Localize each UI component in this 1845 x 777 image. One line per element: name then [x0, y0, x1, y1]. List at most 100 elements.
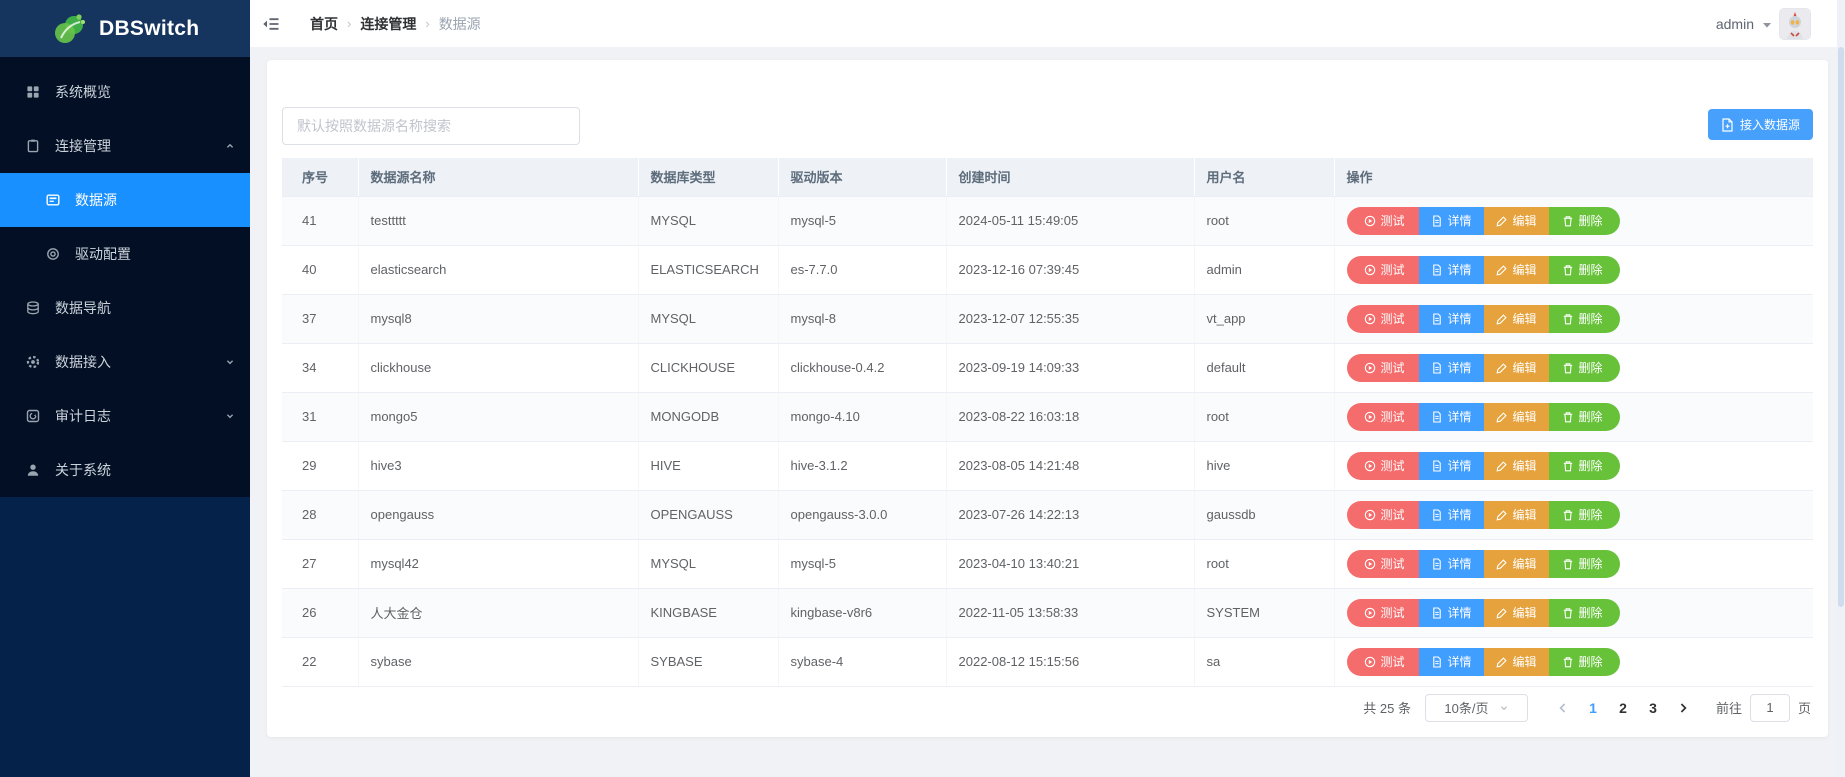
cell-actions: 测试 详情 编辑 删除	[1334, 245, 1813, 294]
delete-button-label: 删除	[1579, 653, 1603, 670]
sidebar-item-connection-mgmt[interactable]: 连接管理	[0, 119, 250, 173]
vertical-scrollbar[interactable]	[1837, 0, 1845, 777]
cell-index: 41	[282, 196, 358, 245]
delete-button[interactable]: 删除	[1549, 599, 1620, 627]
breadcrumb-home[interactable]: 首页	[310, 14, 338, 34]
edit-button[interactable]: 编辑	[1484, 452, 1549, 480]
detail-button[interactable]: 详情	[1419, 403, 1484, 431]
detail-button[interactable]: 详情	[1419, 452, 1484, 480]
test-button[interactable]: 测试	[1347, 305, 1419, 333]
detail-button[interactable]: 详情	[1419, 354, 1484, 382]
edit-button[interactable]: 编辑	[1484, 501, 1549, 529]
fold-menu-icon[interactable]	[262, 16, 280, 32]
edit-button[interactable]: 编辑	[1484, 256, 1549, 284]
sidebar-item-audit-log[interactable]: 审计日志	[0, 389, 250, 443]
sidebar-item-about-system[interactable]: 关于系统	[0, 443, 250, 497]
page-size-value: 10条/页	[1444, 698, 1488, 717]
table-row: 27 mysql42 MYSQL mysql-5 2023-04-10 13:4…	[282, 539, 1813, 588]
logo-bar[interactable]: DBSwitch	[0, 0, 250, 57]
delete-button[interactable]: 删除	[1549, 305, 1620, 333]
sidebar-item-label: 系统概览	[55, 82, 111, 102]
cell-user: root	[1194, 392, 1334, 441]
detail-button[interactable]: 详情	[1419, 305, 1484, 333]
sidebar: DBSwitch 系统概览 连接管理 数据源	[0, 0, 250, 777]
table-row: 31 mongo5 MONGODB mongo-4.10 2023-08-22 …	[282, 392, 1813, 441]
test-button-label: 测试	[1381, 261, 1405, 278]
edit-button[interactable]: 编辑	[1484, 550, 1549, 578]
test-button[interactable]: 测试	[1347, 207, 1419, 235]
sidebar-item-data-access[interactable]: 数据接入	[0, 335, 250, 389]
sidebar-item-system-overview[interactable]: 系统概览	[0, 65, 250, 119]
document-icon	[1431, 607, 1443, 619]
scrollbar-thumb[interactable]	[1838, 47, 1844, 607]
sidebar-item-label: 审计日志	[55, 406, 111, 426]
breadcrumb-separator-icon: ›	[347, 16, 351, 31]
delete-button[interactable]: 删除	[1549, 648, 1620, 676]
test-button[interactable]: 测试	[1347, 256, 1419, 284]
sidebar-item-datasource[interactable]: 数据源	[0, 173, 250, 227]
username-label[interactable]: admin	[1716, 16, 1754, 32]
goto-page-input[interactable]	[1750, 694, 1790, 722]
page-button-2[interactable]: 2	[1608, 700, 1638, 716]
cell-name: mysql42	[358, 539, 638, 588]
user-menu[interactable]: admin	[1716, 9, 1810, 39]
delete-button-label: 删除	[1579, 261, 1603, 278]
row-action-group: 测试 详情 编辑 删除	[1347, 403, 1620, 431]
edit-button[interactable]: 编辑	[1484, 207, 1549, 235]
breadcrumb-connection-mgmt[interactable]: 连接管理	[360, 14, 416, 34]
page-size-select[interactable]: 10条/页	[1425, 694, 1528, 722]
page-button-3[interactable]: 3	[1638, 700, 1668, 716]
chevron-up-icon	[225, 141, 235, 151]
delete-button[interactable]: 删除	[1549, 354, 1620, 382]
goto-unit-label: 页	[1798, 698, 1811, 717]
test-button[interactable]: 测试	[1347, 403, 1419, 431]
cell-type: ELASTICSEARCH	[638, 245, 778, 294]
edit-button[interactable]: 编辑	[1484, 354, 1549, 382]
test-button[interactable]: 测试	[1347, 452, 1419, 480]
cell-index: 29	[282, 441, 358, 490]
test-button-label: 测试	[1381, 408, 1405, 425]
test-button[interactable]: 测试	[1347, 354, 1419, 382]
edit-button[interactable]: 编辑	[1484, 403, 1549, 431]
add-datasource-button[interactable]: 接入数据源	[1708, 109, 1813, 140]
test-button-label: 测试	[1381, 457, 1405, 474]
detail-button[interactable]: 详情	[1419, 550, 1484, 578]
delete-button-label: 删除	[1579, 457, 1603, 474]
edit-button[interactable]: 编辑	[1484, 305, 1549, 333]
page-button-1[interactable]: 1	[1578, 700, 1608, 716]
test-button[interactable]: 测试	[1347, 648, 1419, 676]
prev-page-button[interactable]	[1548, 702, 1578, 714]
edit-button[interactable]: 编辑	[1484, 648, 1549, 676]
delete-button[interactable]: 删除	[1549, 207, 1620, 235]
delete-button[interactable]: 删除	[1549, 550, 1620, 578]
test-button[interactable]: 测试	[1347, 550, 1419, 578]
edit-button-label: 编辑	[1513, 408, 1537, 425]
cell-driver: kingbase-v8r6	[778, 588, 946, 637]
delete-button[interactable]: 删除	[1549, 452, 1620, 480]
edit-button[interactable]: 编辑	[1484, 599, 1549, 627]
delete-button[interactable]: 删除	[1549, 501, 1620, 529]
user-avatar[interactable]	[1780, 9, 1810, 39]
detail-button[interactable]: 详情	[1419, 648, 1484, 676]
detail-button[interactable]: 详情	[1419, 501, 1484, 529]
detail-button[interactable]: 详情	[1419, 599, 1484, 627]
sidebar-item-data-navigation[interactable]: 数据导航	[0, 281, 250, 335]
row-action-group: 测试 详情 编辑 删除	[1347, 648, 1620, 676]
test-button[interactable]: 测试	[1347, 501, 1419, 529]
cell-created: 2023-08-22 16:03:18	[946, 392, 1194, 441]
delete-button[interactable]: 删除	[1549, 403, 1620, 431]
cell-type: KINGBASE	[638, 588, 778, 637]
delete-button[interactable]: 删除	[1549, 256, 1620, 284]
next-page-button[interactable]	[1668, 702, 1698, 714]
search-input[interactable]	[282, 107, 580, 145]
table-row: 41 testtttt MYSQL mysql-5 2024-05-11 15:…	[282, 196, 1813, 245]
cell-user: vt_app	[1194, 294, 1334, 343]
detail-button[interactable]: 详情	[1419, 256, 1484, 284]
sidebar-item-driver-config[interactable]: 驱动配置	[0, 227, 250, 281]
detail-button[interactable]: 详情	[1419, 207, 1484, 235]
test-button[interactable]: 测试	[1347, 599, 1419, 627]
cell-driver: mongo-4.10	[778, 392, 946, 441]
delete-button-label: 删除	[1579, 604, 1603, 621]
delete-button-label: 删除	[1579, 408, 1603, 425]
test-button-label: 测试	[1381, 212, 1405, 229]
